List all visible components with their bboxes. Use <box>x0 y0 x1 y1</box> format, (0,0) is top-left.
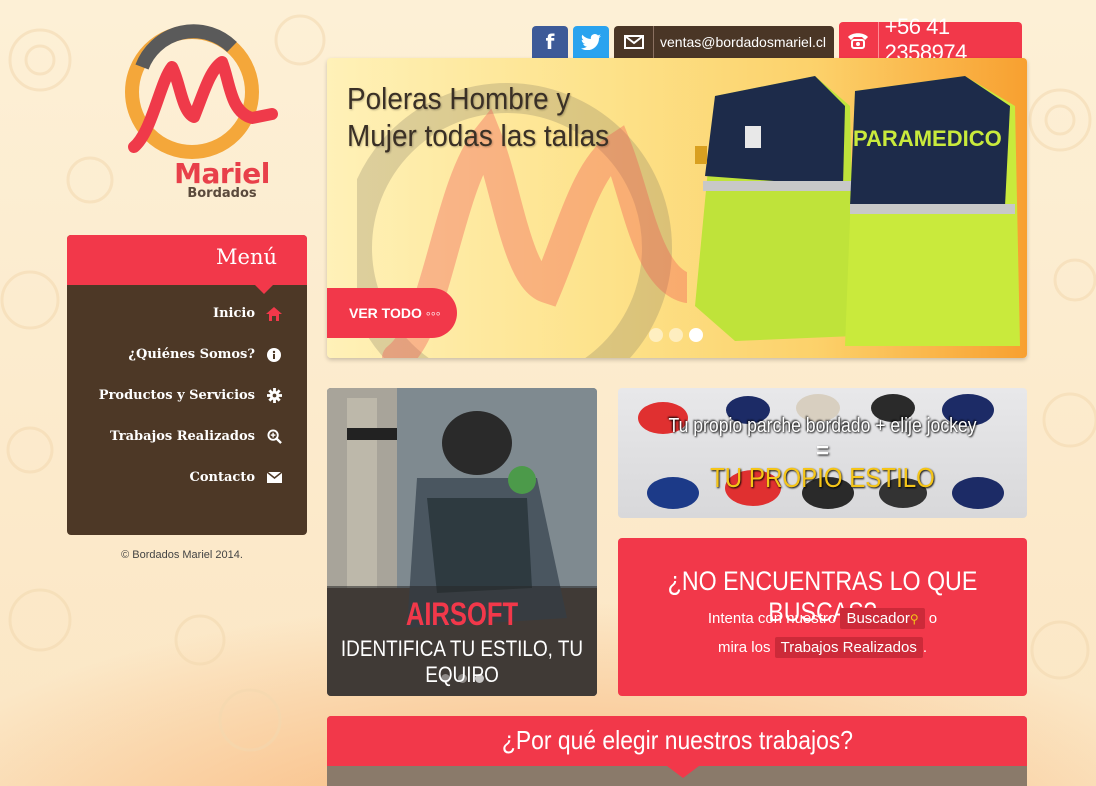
menu-item-label: Productos y Servicios <box>98 388 255 403</box>
jackets-image: PARAMEDICO <box>695 76 1020 346</box>
slider-dot[interactable] <box>458 674 467 683</box>
slider-dot[interactable] <box>441 674 450 683</box>
menu-title: Menú <box>67 235 307 294</box>
logo[interactable]: Mariel Bordados <box>112 22 282 204</box>
menu-item-productos[interactable]: Productos y Servicios <box>67 375 307 416</box>
facebook-button[interactable]: f <box>532 26 568 58</box>
envelope-icon <box>265 472 283 483</box>
menu-item-label: ¿Quiénes Somos? <box>128 347 255 362</box>
caps-line-2: = <box>816 438 829 463</box>
gear-icon <box>265 388 283 403</box>
why-section: ¿Por qué elegir nuestros trabajos? <box>327 716 1027 786</box>
caps-line-3: TU PROPIO ESTILO <box>710 462 935 493</box>
search-prompt-text: Intenta con nuestro <box>707 610 837 627</box>
sidebar-menu: Menú Inicio ¿Quiénes Somos? Productos y … <box>67 235 307 535</box>
search-icon: ⚲ <box>909 612 919 626</box>
copyright: © Bordados Mariel 2014. <box>121 549 243 561</box>
menu-item-quienes-somos[interactable]: ¿Quiénes Somos? <box>67 334 307 375</box>
menu-item-label: Trabajos Realizados <box>110 429 255 444</box>
slider-dot[interactable] <box>649 328 663 342</box>
menu-item-label: Inicio <box>213 306 255 321</box>
why-header: ¿Por qué elegir nuestros trabajos? <box>327 716 1027 778</box>
airsoft-title: AIRSOFT <box>405 596 519 632</box>
menu-item-trabajos[interactable]: Trabajos Realizados <box>67 416 307 457</box>
menu-item-label: Contacto <box>189 470 256 485</box>
logo-name: Mariel <box>174 157 270 190</box>
buscador-link[interactable]: Buscador⚲ <box>840 608 925 629</box>
slider-title: Poleras Hombre y Mujer todas las tallas <box>347 81 610 153</box>
trabajos-link[interactable]: Trabajos Realizados <box>774 637 923 658</box>
buscador-label: Buscador <box>846 610 910 627</box>
slider-dot-active[interactable] <box>689 328 703 342</box>
home-icon <box>265 306 283 321</box>
hero-slider[interactable]: Poleras Hombre y Mujer todas las tallas … <box>327 58 1027 358</box>
slider-dots <box>649 328 703 342</box>
phone-icon <box>839 22 879 58</box>
airsoft-panel[interactable]: AIRSOFT IDENTIFICA TU ESTILO, TU EQUIPO <box>327 388 597 696</box>
phone-link[interactable]: +56 41 2358974 <box>839 14 1022 65</box>
search-prompt-text: mira los <box>717 639 771 656</box>
menu-item-contacto[interactable]: Contacto <box>67 457 307 498</box>
twitter-button[interactable] <box>573 26 609 58</box>
envelope-icon <box>614 26 654 58</box>
slider-dot[interactable] <box>669 328 683 342</box>
facebook-icon: f <box>545 30 555 54</box>
info-icon <box>265 347 283 362</box>
caps-panel[interactable]: Tu propio parche bordado + elije jockey … <box>618 388 1027 518</box>
logo-subtitle: Bordados <box>187 186 257 201</box>
email-text: ventas@bordadosmariel.cl <box>660 34 826 50</box>
search-prompt-text: o <box>928 610 938 627</box>
airsoft-dots <box>441 674 484 683</box>
slider-dot[interactable] <box>475 674 484 683</box>
ver-todo-button[interactable]: VER TODO ◦◦◦ <box>327 288 457 338</box>
zoom-icon <box>265 429 283 444</box>
jacket-text: PARAMEDICO <box>853 126 1002 151</box>
why-title: ¿Por qué elegir nuestros trabajos? <box>501 725 853 755</box>
search-prompt-text: . <box>922 639 928 656</box>
twitter-icon <box>581 34 601 50</box>
menu-item-inicio[interactable]: Inicio <box>67 293 307 334</box>
email-link[interactable]: ventas@bordadosmariel.cl <box>614 26 834 58</box>
search-prompt-panel: ¿NO ENCUENTRAS LO QUE BUSCAS? Intenta co… <box>618 538 1027 696</box>
caps-line-1: Tu propio parche bordado + elije jockey <box>668 415 977 437</box>
search-prompt-line-2: mira los Trabajos Realizados. <box>618 637 1027 658</box>
search-prompt-line-1: Intenta con nuestro Buscador⚲ o <box>618 608 1027 629</box>
logo-mark-icon <box>125 24 278 159</box>
